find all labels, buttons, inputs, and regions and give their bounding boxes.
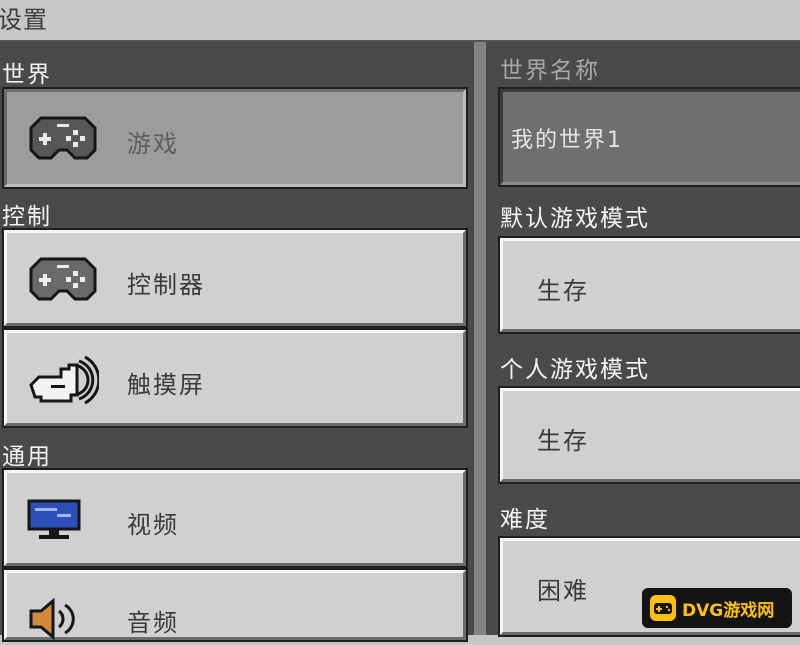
window-title: 设置 — [0, 6, 48, 34]
default-game-mode-label: 默认游戏模式 — [500, 206, 650, 232]
gamepad-icon — [650, 595, 676, 621]
title-bar: 设置 — [0, 0, 800, 42]
default-game-mode-value: 生存 — [537, 277, 589, 305]
watermark-badge: DVG游戏网 — [642, 588, 792, 628]
nav-item-audio[interactable]: 音频 — [2, 568, 468, 642]
section-label-world: 世界 — [2, 62, 52, 88]
gamepad-icon — [27, 255, 99, 307]
touch-hand-icon — [27, 355, 101, 409]
nav-item-label: 控制器 — [127, 271, 205, 299]
default-game-mode-dropdown[interactable]: 生存 — [498, 236, 800, 334]
panel-scrollbar[interactable] — [474, 42, 486, 635]
world-name-input[interactable]: 我的世界1 — [498, 87, 800, 187]
personal-game-mode-dropdown[interactable]: 生存 — [498, 386, 800, 484]
nav-item-controller[interactable]: 控制器 — [2, 228, 468, 328]
personal-game-mode-label: 个人游戏模式 — [500, 357, 650, 383]
nav-item-video[interactable]: 视频 — [2, 468, 468, 568]
nav-item-touch[interactable]: 触摸屏 — [2, 328, 468, 428]
section-label-general: 通用 — [2, 444, 52, 470]
nav-item-label: 音频 — [127, 609, 179, 637]
gamepad-icon — [27, 114, 99, 166]
monitor-icon — [27, 499, 83, 547]
nav-item-label: 游戏 — [127, 130, 179, 158]
speaker-icon — [27, 597, 83, 645]
world-name-value: 我的世界1 — [511, 128, 623, 153]
nav-item-label: 触摸屏 — [127, 371, 205, 399]
section-label-controls: 控制 — [2, 204, 52, 230]
difficulty-value: 困难 — [537, 577, 589, 605]
difficulty-label: 难度 — [500, 507, 550, 533]
watermark-text: DVG游戏网 — [682, 601, 775, 621]
personal-game-mode-value: 生存 — [537, 427, 589, 455]
nav-item-label: 视频 — [127, 511, 179, 539]
nav-item-game[interactable]: 游戏 — [2, 87, 468, 189]
world-name-label: 世界名称 — [500, 58, 600, 84]
